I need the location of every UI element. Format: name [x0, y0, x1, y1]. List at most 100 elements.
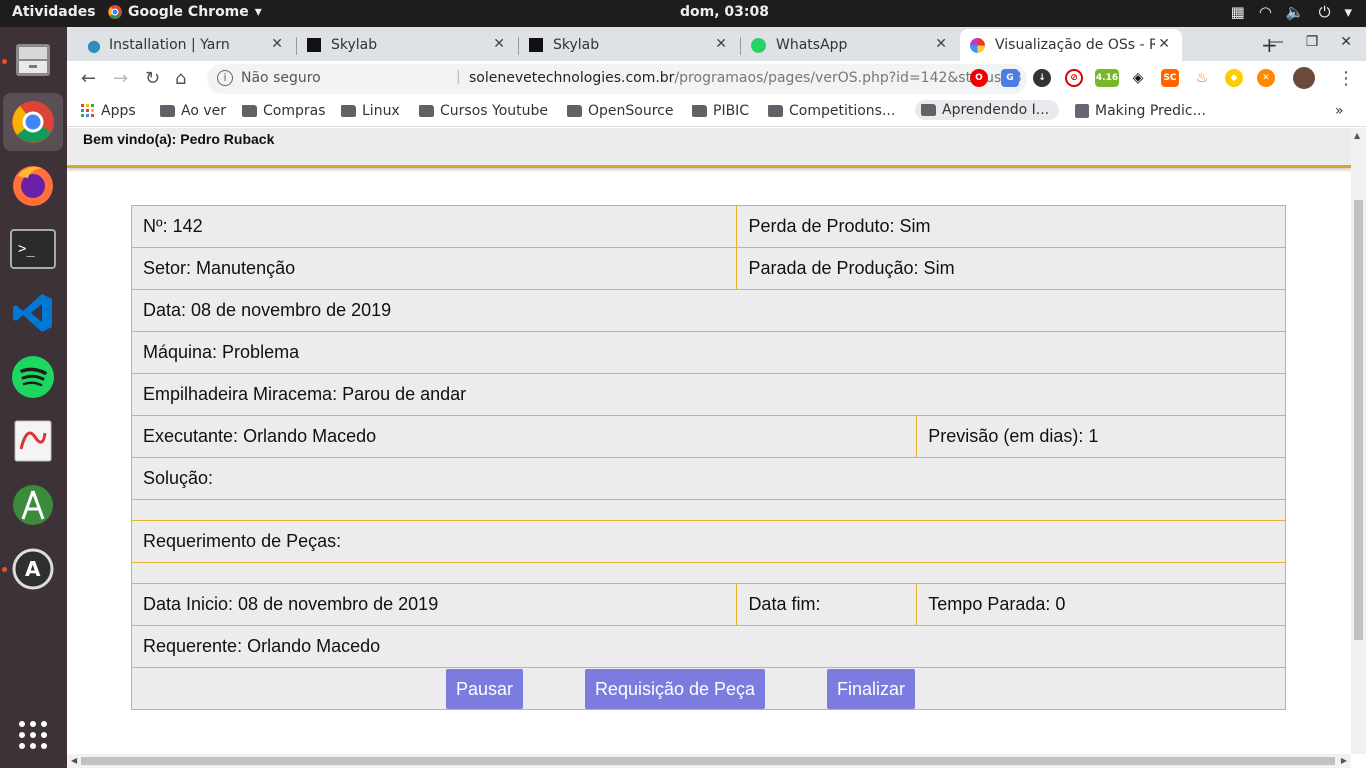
page-content: Bem vindo(a): Pedro Ruback Nº: 142 Perda…: [67, 128, 1351, 754]
activities-button[interactable]: Atividades: [12, 4, 96, 20]
bookmark-link[interactable]: Making Predic...: [1075, 103, 1206, 119]
parts-request-label: Requerimento de Peças:: [131, 520, 1286, 563]
bookmark-apps[interactable]: Apps: [81, 103, 136, 119]
yarn-icon: ●: [87, 35, 101, 55]
machine: Máquina: Problema: [131, 331, 1286, 374]
close-icon[interactable]: ✕: [715, 36, 727, 52]
document-viewer-icon[interactable]: [9, 417, 57, 465]
tab-title: Skylab: [553, 37, 600, 53]
close-icon[interactable]: ✕: [935, 36, 947, 52]
firefox-icon[interactable]: [9, 161, 57, 209]
chevron-down-icon: ▾: [254, 4, 262, 20]
opera-extension-icon[interactable]: O: [970, 69, 988, 87]
tab-whatsapp[interactable]: WhatsApp ✕: [741, 29, 959, 61]
android-extension-icon[interactable]: 4.16: [1095, 69, 1119, 87]
date: Data: 08 de novembro de 2019: [131, 289, 1286, 332]
scroll-thumb[interactable]: [81, 757, 1335, 765]
wifi-icon[interactable]: ◠: [1259, 3, 1272, 21]
horizontal-scrollbar[interactable]: ◀ ▶: [67, 754, 1351, 768]
more-bookmarks-icon[interactable]: »: [1335, 103, 1344, 119]
bookmark-folder[interactable]: Competitions...: [768, 103, 895, 119]
minimize-icon[interactable]: —: [1270, 34, 1284, 50]
bookmark-label: Apps: [101, 103, 136, 119]
url-host: solenevetechnologies.com.br: [469, 70, 675, 86]
software-updater-icon[interactable]: A: [9, 545, 57, 593]
scroll-left-icon[interactable]: ◀: [71, 756, 77, 765]
avatar[interactable]: [1293, 67, 1315, 89]
extension-badge: 4.16: [1095, 73, 1119, 83]
translate-icon[interactable]: G: [1001, 69, 1019, 87]
clock[interactable]: dom, 03:08: [680, 4, 769, 20]
files-icon[interactable]: [9, 35, 57, 83]
terminal-icon[interactable]: >_: [9, 225, 57, 273]
url-text[interactable]: solenevetechnologies.com.br/programaos/p…: [469, 70, 1022, 86]
x-extension-icon[interactable]: ✕: [1257, 69, 1275, 87]
pause-button[interactable]: Pausar: [446, 669, 523, 709]
security-indicator[interactable]: Não seguro: [241, 70, 321, 86]
vscode-icon[interactable]: [9, 289, 57, 337]
system-tray[interactable]: ▦ ◠ 🔈 ⏻ ▾: [1231, 3, 1352, 21]
bookmark-folder[interactable]: Compras: [242, 103, 326, 119]
bookmark-folder[interactable]: PIBIC: [692, 103, 749, 119]
bookmark-folder[interactable]: Linux: [341, 103, 400, 119]
tab-visualizacao-os[interactable]: Visualização de OSs - R ✕: [960, 29, 1182, 61]
info-icon[interactable]: i: [217, 70, 233, 86]
home-icon[interactable]: ⌂: [175, 68, 186, 89]
bookmark-folder[interactable]: Cursos Youtube: [419, 103, 548, 119]
bookmark-folder[interactable]: Ao ver: [160, 103, 226, 119]
table-row: Pausar Requisição de Peça Finalizar: [131, 667, 1286, 710]
download-icon[interactable]: ↓: [1033, 69, 1051, 87]
table-row: Data: 08 de novembro de 2019: [131, 289, 1286, 332]
finalize-button[interactable]: Finalizar: [827, 669, 915, 709]
scroll-right-icon[interactable]: ▶: [1341, 756, 1347, 765]
bookmark-folder[interactable]: Aprendendo I...: [915, 100, 1060, 120]
executor: Executante: Orlando Macedo: [130, 415, 918, 458]
scroll-up-icon[interactable]: ▲: [1354, 131, 1360, 140]
show-apps-icon[interactable]: [9, 711, 57, 759]
fish-extension-icon[interactable]: ◆: [1225, 69, 1243, 87]
fire-extension-icon[interactable]: ♨: [1193, 69, 1211, 87]
volume-icon[interactable]: 🔈: [1286, 3, 1305, 21]
tab-title: Installation | Yarn: [108, 37, 230, 53]
tab-strip: ● Installation | Yarn ✕ Skylab ✕ Skylab …: [67, 27, 1366, 61]
screen-layout-icon[interactable]: ▦: [1231, 3, 1245, 21]
description: Empilhadeira Miracema: Parou de andar: [131, 373, 1286, 416]
close-icon[interactable]: ✕: [1158, 36, 1170, 52]
tab-yarn[interactable]: ● Installation | Yarn ✕: [77, 29, 295, 61]
request-part-button[interactable]: Requisição de Peça: [585, 669, 765, 709]
page-icon: [1075, 104, 1089, 118]
tab-skylab-2[interactable]: Skylab ✕: [519, 29, 739, 61]
skylab-icon: [307, 38, 321, 52]
maximize-icon[interactable]: ❐: [1306, 34, 1319, 50]
soundcloud-extension-icon[interactable]: SC: [1161, 69, 1179, 87]
sector: Setor: Manutenção: [130, 247, 738, 290]
address-bar[interactable]: i Não seguro | solenevetechnologies.com.…: [207, 64, 1027, 94]
back-icon[interactable]: ←: [81, 68, 96, 89]
chevron-down-icon[interactable]: ▾: [1344, 3, 1352, 21]
close-icon[interactable]: ✕: [271, 36, 283, 52]
close-icon[interactable]: ✕: [493, 36, 505, 52]
vertical-scrollbar[interactable]: ▲: [1351, 128, 1366, 754]
app-menu[interactable]: Google Chrome ▾: [108, 4, 262, 20]
reload-icon[interactable]: ↻: [145, 68, 160, 89]
scroll-thumb[interactable]: [1354, 200, 1363, 640]
bookmark-label: Ao ver: [181, 103, 227, 119]
chrome-dock-icon[interactable]: [3, 93, 63, 151]
table-row: Solução:: [131, 457, 1286, 500]
table-row: Máquina: Problema: [131, 331, 1286, 374]
menu-kebab-icon[interactable]: ⋮: [1337, 68, 1355, 89]
tab-title: WhatsApp: [776, 37, 848, 53]
apps-grid-icon: [81, 104, 94, 117]
adblock-icon[interactable]: ⊘: [1065, 69, 1083, 87]
whatsapp-icon: [751, 37, 766, 53]
table-row: Nº: 142 Perda de Produto: Sim: [130, 205, 1286, 248]
spotify-icon[interactable]: [9, 353, 57, 401]
forward-icon[interactable]: →: [113, 68, 128, 89]
diamond-extension-icon[interactable]: ◈: [1129, 69, 1147, 87]
close-window-icon[interactable]: ✕: [1340, 34, 1352, 50]
power-icon[interactable]: ⏻: [1319, 3, 1331, 21]
bookmark-folder[interactable]: OpenSource: [567, 103, 673, 119]
android-studio-icon[interactable]: [9, 481, 57, 529]
page-favicon-icon: [970, 37, 985, 53]
tab-skylab-1[interactable]: Skylab ✕: [297, 29, 517, 61]
